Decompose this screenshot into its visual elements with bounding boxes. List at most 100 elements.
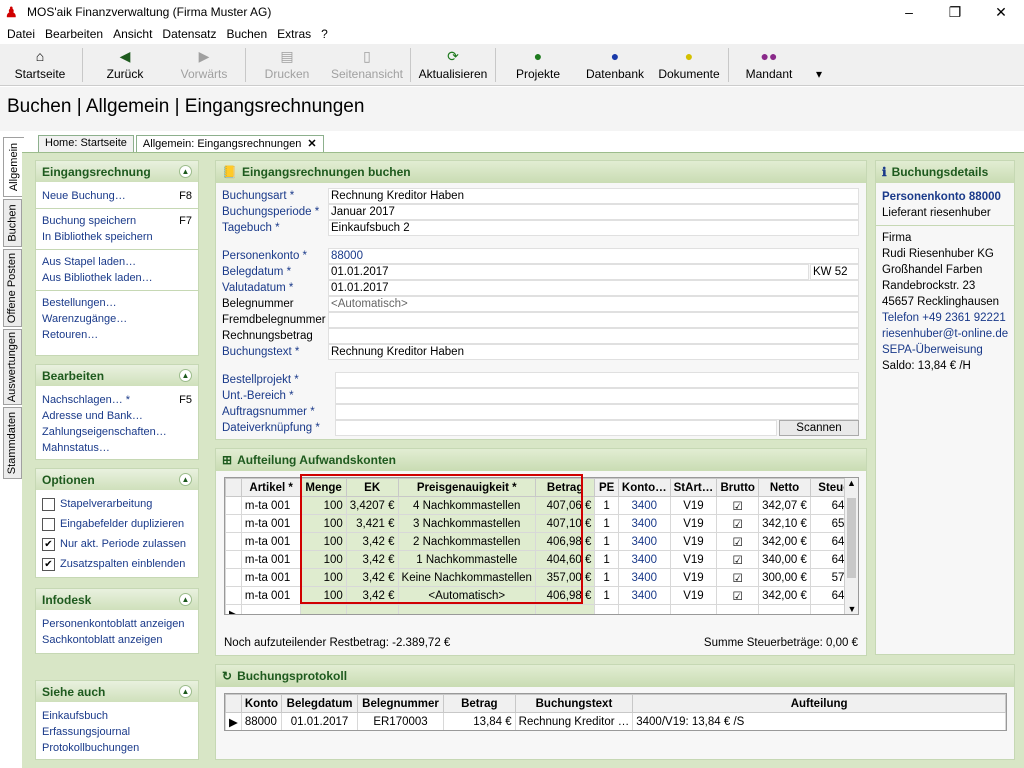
valutadatum-input[interactable]: 01.01.2017 [328, 280, 859, 296]
row-indicator[interactable] [225, 514, 242, 533]
menu-bearbeiten[interactable]: Bearbeiten [40, 27, 108, 41]
action-aus-stapel-laden[interactable]: Aus Stapel laden… [36, 254, 198, 270]
cell-preisgenauigkeit[interactable]: 2 Nachkommastellen [397, 532, 536, 551]
cell-artikel[interactable]: m-ta 001 [240, 568, 302, 587]
vorwaerts-button[interactable]: ▶ Vorwärts [165, 45, 243, 85]
cell-brutto[interactable]: ☑ [716, 496, 760, 515]
details-telefon[interactable]: Telefon +49 2361 92221 [876, 310, 1014, 326]
cell-konto[interactable]: 3400 [617, 586, 671, 605]
maximize-button[interactable]: ❐ [932, 0, 978, 24]
cell-pe[interactable]: 1 [594, 532, 619, 551]
fremdbelegnummer-input[interactable] [328, 312, 859, 328]
row-indicator[interactable] [225, 496, 242, 515]
dateiverknuepfung-input[interactable] [335, 420, 777, 436]
aktualisieren-button[interactable]: ⟳ Aktualisieren [413, 45, 493, 85]
collapse-icon[interactable]: ▲ [179, 473, 192, 486]
column-header[interactable]: Konto… [617, 478, 671, 497]
cell-menge[interactable]: 100 [300, 532, 347, 551]
column-header[interactable]: Preisgenauigkeit * [397, 478, 536, 497]
rechnungsbetrag-input[interactable] [328, 328, 859, 344]
action-neue-buchung[interactable]: Neue Buchung… F8 [36, 188, 198, 204]
empty-cell[interactable] [240, 604, 302, 614]
link-erfassungsjournal[interactable]: Erfassungsjournal [36, 724, 198, 740]
cell-steuerart[interactable]: V19 [669, 532, 718, 551]
cell-pe[interactable]: 1 [594, 514, 619, 533]
action-adresse-und-bank[interactable]: Adresse und Bank… [36, 408, 198, 424]
cell-betrag[interactable]: 407,10 € [534, 514, 596, 533]
buchungsperiode-input[interactable]: Januar 2017 [328, 204, 859, 220]
link-einkaufsbuch[interactable]: Einkaufsbuch [36, 708, 198, 724]
cell-menge[interactable]: 100 [300, 568, 347, 587]
column-header[interactable]: Aufteilung [632, 694, 1006, 713]
column-header[interactable]: Netto [758, 478, 811, 497]
scroll-up-icon[interactable]: ▲ [845, 478, 858, 488]
projekte-button[interactable]: ● Projekte [498, 45, 578, 85]
column-header[interactable]: EK [345, 478, 399, 497]
collapse-icon[interactable]: ▲ [179, 369, 192, 382]
checkbox[interactable] [42, 517, 55, 531]
cell-brutto[interactable]: ☑ [716, 514, 760, 533]
auftragsnummer-input[interactable] [335, 404, 859, 420]
toolbar-more-button[interactable]: ▾ [807, 45, 831, 85]
action-warenzugaenge[interactable]: Warenzugänge… [36, 311, 198, 327]
cell-betrag[interactable]: 13,84 € [443, 712, 516, 730]
cell-pe[interactable]: 1 [594, 568, 619, 587]
option-nur-akt-periode[interactable]: ✔ Nur akt. Periode zulassen [36, 534, 198, 554]
empty-cell[interactable] [669, 604, 718, 614]
cell-ek[interactable]: 3,42 € [345, 550, 399, 569]
cell-artikel[interactable]: m-ta 001 [240, 496, 302, 515]
column-header[interactable]: PE [594, 478, 619, 497]
grid-scrollbar[interactable]: ▲ ▼ [844, 478, 858, 614]
link-protokollbuchungen[interactable]: Protokollbuchungen [36, 740, 198, 756]
action-zahlungseigenschaften[interactable]: Zahlungseigenschaften… [36, 424, 198, 440]
cell-brutto[interactable]: ☑ [716, 532, 760, 551]
cell-artikel[interactable]: m-ta 001 [240, 550, 302, 569]
action-bestellungen[interactable]: Bestellungen… [36, 295, 198, 311]
cell-preisgenauigkeit[interactable]: <Automatisch> [397, 586, 536, 605]
seitenansicht-button[interactable]: ▯ Seitenansicht [326, 45, 408, 85]
cell-betrag[interactable]: 357,00 € [534, 568, 596, 587]
cell-artikel[interactable]: m-ta 001 [240, 514, 302, 533]
cell-pe[interactable]: 1 [594, 586, 619, 605]
cell-netto[interactable]: 342,00 € [758, 586, 811, 605]
collapse-icon[interactable]: ▲ [179, 165, 192, 178]
column-header[interactable]: Buchungstext [514, 694, 634, 713]
details-konto[interactable]: Personenkonto 88000 [876, 189, 1014, 205]
cell-artikel[interactable]: m-ta 001 [240, 532, 302, 551]
cell-konto[interactable]: 3400 [617, 550, 671, 569]
vtab-stammdaten[interactable]: Stammdaten [3, 407, 22, 479]
cell-menge[interactable]: 100 [300, 496, 347, 515]
table-row[interactable]: m-ta 001 100 3,421 €3 Nachkommastellen 407,… [225, 514, 858, 533]
option-zusatzspalten[interactable]: ✔ Zusatzspalten einblenden [36, 554, 198, 574]
cell-preisgenauigkeit[interactable]: 3 Nachkommastellen [397, 514, 536, 533]
dokumente-button[interactable]: ● Dokumente [652, 45, 726, 85]
vtab-offene-posten[interactable]: Offene Posten [3, 249, 22, 327]
cell-netto[interactable]: 342,00 € [758, 532, 811, 551]
bestellprojekt-input[interactable] [335, 372, 859, 388]
cell-menge[interactable]: 100 [300, 550, 347, 569]
cell-konto[interactable]: 3400 [617, 568, 671, 587]
zurueck-button[interactable]: ◀ Zurück [85, 45, 165, 85]
table-row[interactable]: ▶ 88000 01.01.2017 ER170003 13,84 € Rech… [225, 712, 1006, 730]
option-stapelverarbeitung[interactable]: Stapelverarbeitung [36, 494, 198, 514]
checkbox[interactable] [42, 497, 55, 511]
menu-datensatz[interactable]: Datensatz [157, 27, 221, 41]
cell-steuerart[interactable]: V19 [669, 514, 718, 533]
menu-buchen[interactable]: Buchen [221, 27, 272, 41]
table-row[interactable]: m-ta 001 100 3,42 €1 Nachkommastelle 404,60… [225, 550, 858, 569]
row-indicator[interactable] [225, 532, 242, 551]
cell-steuerart[interactable]: V19 [669, 586, 718, 605]
menu-extras[interactable]: Extras [272, 27, 316, 41]
buchungstext-input[interactable]: Rechnung Kreditor Haben [328, 344, 859, 360]
cell-betrag[interactable]: 404,60 € [534, 550, 596, 569]
cell-steuerart[interactable]: V19 [669, 496, 718, 515]
menu-help[interactable]: ? [316, 27, 333, 41]
cell-preisgenauigkeit[interactable]: 1 Nachkommastelle [397, 550, 536, 569]
action-nachschlagen[interactable]: Nachschlagen… * F5 [36, 392, 198, 408]
menu-ansicht[interactable]: Ansicht [108, 27, 157, 41]
action-personenkontoblatt[interactable]: Personenkontoblatt anzeigen [36, 616, 198, 632]
cell-netto[interactable]: 342,10 € [758, 514, 811, 533]
cell-menge[interactable]: 100 [300, 586, 347, 605]
tab-home[interactable]: Home: Startseite [38, 135, 134, 152]
unt-bereich-input[interactable] [335, 388, 859, 404]
